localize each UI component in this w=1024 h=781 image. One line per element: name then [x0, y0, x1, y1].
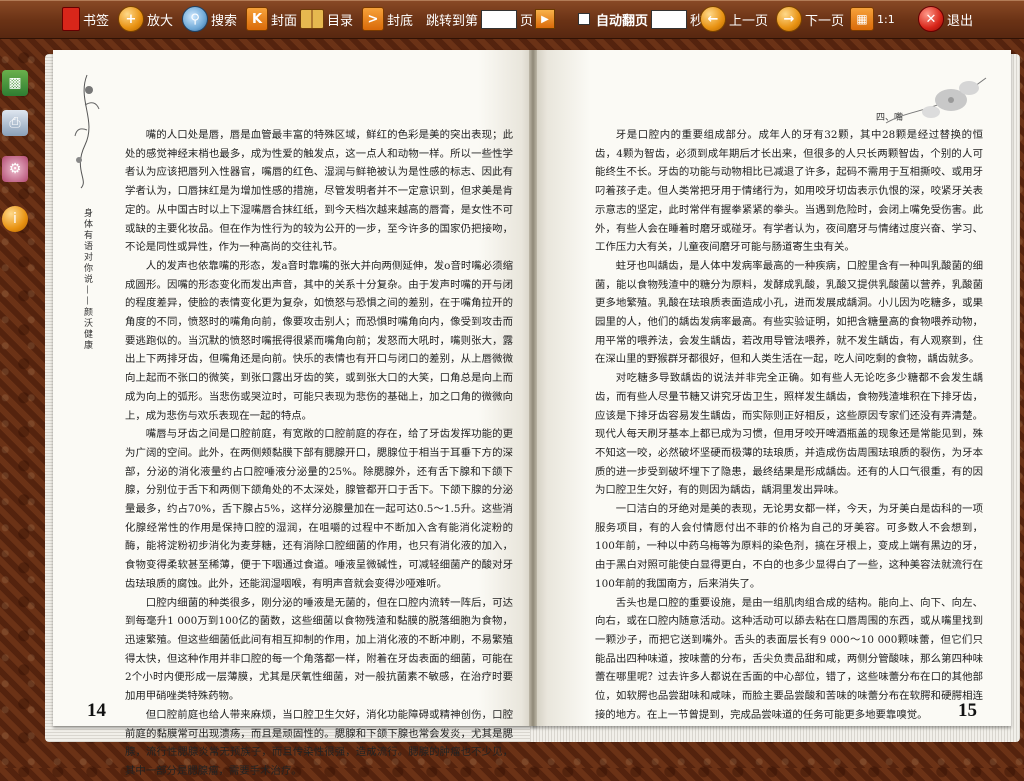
left-page-text: 嘴的人口处是唇，唇是血管最丰富的特殊区域，鲜红的色彩是美的突出表现；此处的感觉神…	[125, 126, 513, 781]
paragraph: 人的发声也依靠嘴的形态，发a音时靠嘴的张大并向两侧延伸，发o音时嘴必须缩成圆形。…	[125, 259, 513, 422]
toc-label: 目录	[327, 13, 354, 29]
paragraph: 但口腔前庭也给人带来麻烦，当口腔卫生欠好，消化功能障碍或精神创伤，口腔前庭的黏膜…	[125, 708, 513, 777]
paragraph: 口腔内细菌的种类很多，刚分泌的唾液是无菌的，但在口腔内流转一阵后，可达到每毫升1…	[125, 596, 513, 703]
page-number-input[interactable]	[481, 9, 518, 29]
right-page[interactable]: 四、嘴 牙是口腔内的重要组成部分。成年人的牙有32颗，其中28颗是经过替换的恒齿…	[533, 50, 1011, 726]
toolbar: 书签 + 放大 ⚲ 搜索 K 封面 目录 > 封底 跳转到第 页 ▶ 自动翻页 …	[0, 0, 1024, 39]
thumbnail-icon[interactable]: ▩	[2, 70, 28, 96]
bookmark-label: 书签	[83, 13, 110, 29]
bookmark-icon	[62, 7, 80, 31]
exit-button[interactable]: ✕ 退出	[918, 5, 973, 33]
next-page-label: 下一页	[805, 13, 845, 29]
jump-to-page: 跳转到第 页 ▶	[426, 5, 556, 33]
ratio-label: 1:1	[877, 12, 895, 26]
prev-page-label: 上一页	[729, 13, 769, 29]
cover-label: 封面	[271, 13, 298, 29]
back-cover-label: 封底	[387, 13, 414, 29]
book-spine	[529, 50, 537, 726]
print-icon[interactable]: ⎙	[2, 110, 28, 136]
zoom-in-icon: +	[118, 6, 144, 32]
search-label: 搜索	[211, 13, 238, 29]
left-page-number: 14	[87, 700, 106, 721]
auto-flip-seconds-input[interactable]	[651, 9, 688, 29]
back-cover-button[interactable]: > 封底	[362, 5, 413, 33]
right-page-text: 牙是口腔内的重要组成部分。成年人的牙有32颗，其中28颗是经过替换的恒齿，4颗为…	[595, 126, 983, 725]
auto-flip-checkbox[interactable]	[578, 13, 590, 25]
toc-button[interactable]: 目录	[300, 5, 353, 33]
zoom-in-button[interactable]: + 放大	[118, 5, 173, 33]
auto-flip: 自动翻页 秒	[578, 5, 703, 33]
go-icon[interactable]: ▶	[535, 9, 556, 29]
bookmark-button[interactable]: 书签	[62, 5, 109, 33]
paragraph: 对吃糖多导致龋齿的说法并非完全正确。如有些人无论吃多少糖都不会发生龋齿，而有些人…	[595, 372, 983, 497]
book: 身体有语对你说——颜沃健康 嘴的人口处是唇，唇是血管最丰富的特殊区域，鲜红的色彩…	[45, 50, 1020, 777]
arrow-right-icon: →	[776, 6, 802, 32]
next-page-button[interactable]: → 下一页	[776, 5, 844, 33]
jump-suffix-label: 页	[520, 13, 534, 29]
arrow-left-icon: ←	[700, 6, 726, 32]
zoom-in-label: 放大	[147, 13, 174, 29]
right-page-number: 15	[958, 700, 977, 721]
floral-ornament-left	[74, 74, 100, 189]
cover-button[interactable]: K 封面	[246, 5, 297, 33]
exit-label: 退出	[947, 13, 974, 29]
info-icon[interactable]: i	[2, 206, 28, 232]
search-icon: ⚲	[182, 6, 208, 32]
actual-size-button[interactable]: ▦ 1:1	[850, 5, 895, 33]
paragraph: 嘴的人口处是唇，唇是血管最丰富的特殊区域，鲜红的色彩是美的突出表现；此处的感觉神…	[125, 129, 513, 254]
jump-prefix-label: 跳转到第	[426, 13, 479, 29]
paragraph: 牙是口腔内的重要组成部分。成年人的牙有32颗，其中28颗是经过替换的恒齿，4颗为…	[595, 129, 983, 254]
paragraph: 嘴唇与牙齿之间是口腔前庭，有宽敞的口腔前庭的存在，给了牙齿发挥功能的更为广阔的空…	[125, 428, 513, 590]
paragraph: 一口洁白的牙绝对是美的表现，无论男女都一样，今天，为牙美白是齿科的一项服务项目，…	[595, 503, 983, 590]
back-cover-icon: >	[362, 7, 384, 31]
paragraph: 舌头也是口腔的重要设施，是由一组肌肉组合成的结构。能向上、向下、向左、向右，或在…	[595, 596, 983, 721]
auto-flip-label: 自动翻页	[596, 13, 649, 29]
paragraph: 蛀牙也叫龋齿，是人体中发病率最高的一种疾病，口腔里含有一种叫乳酸菌的细菌，能以食…	[595, 259, 983, 366]
search-button[interactable]: ⚲ 搜索	[182, 5, 237, 33]
actual-size-icon: ▦	[850, 7, 874, 31]
prev-page-button[interactable]: ← 上一页	[700, 5, 768, 33]
book-title-vertical: 身体有语对你说——颜沃健康	[82, 208, 92, 351]
book-icon	[300, 9, 324, 29]
left-page[interactable]: 身体有语对你说——颜沃健康 嘴的人口处是唇，唇是血管最丰富的特殊区域，鲜红的色彩…	[53, 50, 536, 777]
gear-icon[interactable]: ⚙	[2, 156, 28, 182]
cover-icon: K	[246, 7, 268, 31]
close-icon: ✕	[918, 6, 944, 32]
